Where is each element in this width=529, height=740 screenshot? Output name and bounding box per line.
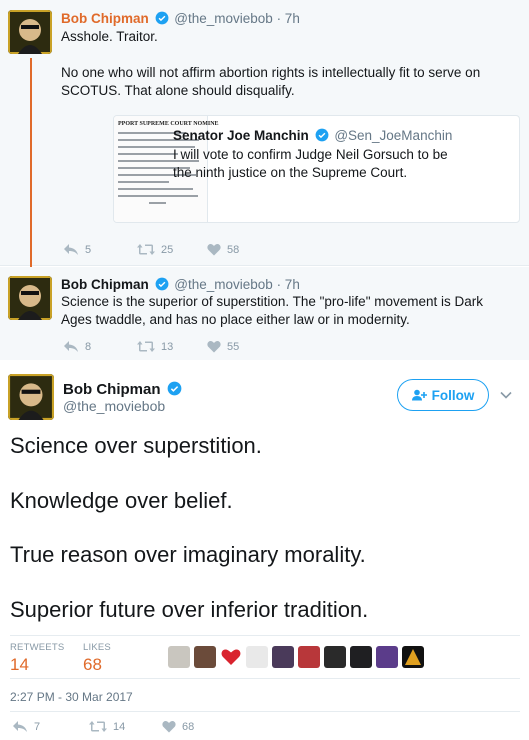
retweet-icon [89,721,107,732]
heart-icon [207,341,221,353]
thread-line [30,58,32,280]
heart-icon [162,721,176,733]
avatar[interactable] [8,374,54,420]
retweet-icon [137,244,155,255]
author-name[interactable]: Bob Chipman [63,381,161,398]
retweet-button[interactable]: 14 [89,720,125,733]
follow-button[interactable]: Follow [397,379,489,411]
liker-avatar[interactable] [272,646,294,668]
reply-count: 8 [85,340,92,353]
avatar[interactable] [8,10,52,54]
retweet-icon [137,341,155,352]
verified-badge-icon [155,11,168,25]
tweet-timestamp[interactable]: 2:27 PM - 30 Mar 2017 [10,690,133,704]
liker-avatar[interactable] [402,646,424,668]
divider [10,711,520,712]
liker-avatar[interactable] [220,646,242,668]
chevron-down-icon[interactable] [499,388,513,402]
quoted-image-headline: PPORT SUPREME COURT NOMINE [118,121,219,127]
verified-badge-icon [167,381,182,396]
tweet-text: No one who will not affirm abortion righ… [61,65,481,98]
likes-label[interactable]: LIKES [83,642,111,653]
reply-icon [64,341,78,352]
tweet-time[interactable]: · 7h [277,277,300,292]
quoted-author-name[interactable]: Senator Joe Manchin [173,128,309,143]
tweet-text-line: Superior future over inferior tradition. [10,597,369,622]
verified-badge-icon [315,128,328,142]
author-name[interactable]: Bob Chipman [61,11,149,26]
reply-button[interactable]: 5 [63,243,91,256]
divider [10,678,520,679]
quoted-author-handle[interactable]: @Sen_JoeManchin [334,128,452,143]
quoted-header: Senator Joe Manchin @Sen_JoeManchin [173,128,452,143]
author-name[interactable]: Bob Chipman [61,277,149,292]
quoted-text: I will vote to confirm Judge Neil Gorsuc… [173,147,448,180]
liker-avatar[interactable] [350,646,372,668]
author-handle[interactable]: @the_moviebob [63,398,165,414]
avatar[interactable] [8,276,52,320]
retweet-count: 25 [161,243,174,256]
reply-icon [64,244,78,255]
tweet-text-line: Knowledge over belief. [10,488,233,513]
tweet-header: Bob Chipman @the_moviebob · 7h [61,11,300,26]
liker-avatar[interactable] [168,646,190,668]
main-author-name-row[interactable]: Bob Chipman [63,381,184,398]
verified-badge-icon [155,277,168,291]
tweet-header: Bob Chipman @the_moviebob · 7h [61,277,300,292]
divider [10,635,520,636]
reply-button[interactable]: 7 [12,720,40,733]
liker-avatar[interactable] [298,646,320,668]
retweet-button[interactable]: 13 [137,340,173,353]
reply-button[interactable]: 8 [63,340,91,353]
liker-avatar[interactable] [246,646,268,668]
tweet-time[interactable]: · 7h [277,11,300,26]
like-button[interactable]: 55 [207,340,239,353]
retweet-count: 14 [113,720,126,733]
follow-label: Follow [431,387,475,403]
add-user-icon [411,389,427,401]
like-button[interactable]: 68 [162,720,194,733]
retweet-button[interactable]: 25 [137,243,173,256]
author-handle[interactable]: @the_moviebob [174,11,273,26]
likes-count[interactable]: 68 [83,655,102,675]
like-count: 58 [227,243,240,256]
like-count: 55 [227,340,240,353]
tweet-text: Science is the superior of superstition.… [61,294,484,327]
reply-count: 5 [85,243,92,256]
tweet-text-line: Science over superstition. [10,433,262,458]
retweet-count: 13 [161,340,174,353]
liker-avatar[interactable] [324,646,346,668]
tweet-text: Asshole. Traitor. [61,29,158,44]
retweets-count[interactable]: 14 [10,655,29,675]
reply-count: 7 [34,720,41,733]
heart-icon [207,244,221,256]
tweet-text-line: True reason over imaginary morality. [10,542,366,567]
retweets-label[interactable]: RETWEETS [10,642,64,653]
author-handle[interactable]: @the_moviebob [174,277,273,292]
liker-avatar[interactable] [376,646,398,668]
liker-avatar[interactable] [194,646,216,668]
like-button[interactable]: 58 [207,243,239,256]
reply-icon [13,721,27,732]
like-count: 68 [182,720,195,733]
